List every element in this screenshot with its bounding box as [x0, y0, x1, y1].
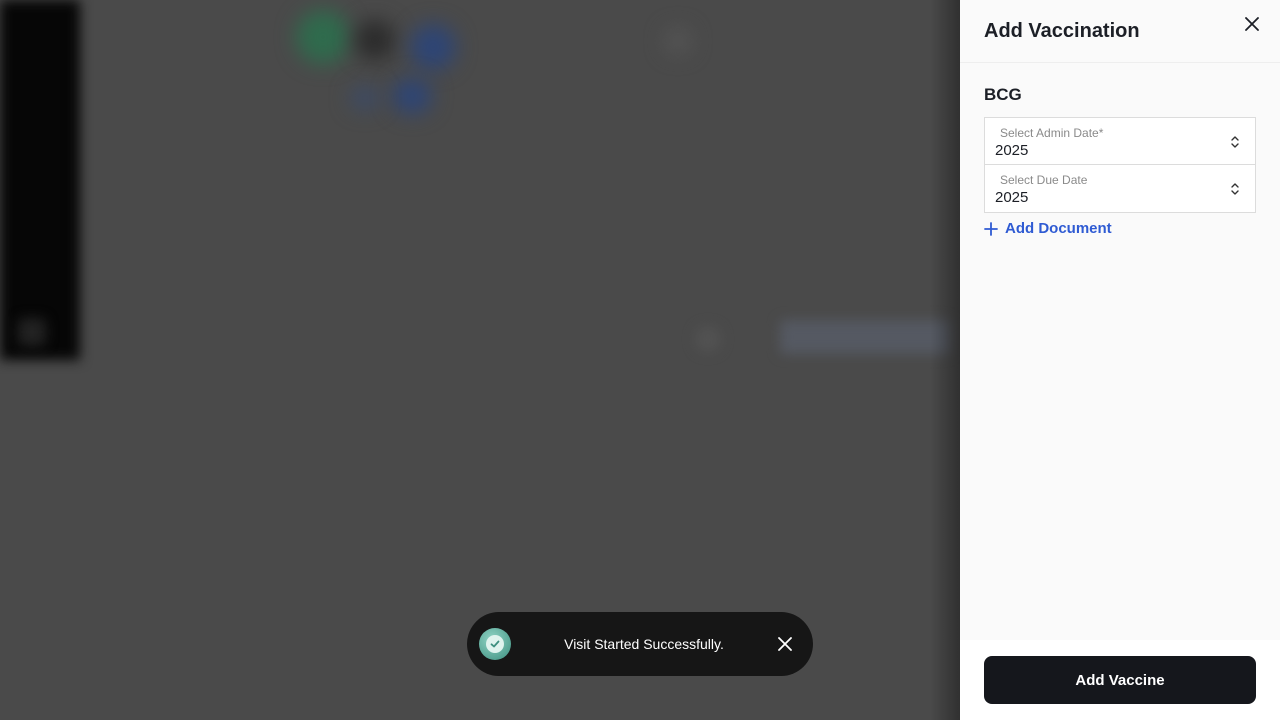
- add-vaccination-drawer: Add Vaccination BCG Select Admin Date* 2…: [960, 0, 1280, 720]
- drawer-shadow: [930, 0, 960, 720]
- blurred-content: [780, 320, 950, 354]
- close-icon: [778, 637, 792, 651]
- blurred-content: [410, 24, 456, 70]
- chevron-up-down-icon: [1231, 136, 1239, 148]
- blurred-content: [695, 326, 721, 352]
- blurred-content: [296, 10, 350, 64]
- blurred-content: [355, 20, 395, 60]
- toast-close-button[interactable]: [769, 628, 801, 660]
- check-circle-icon: [479, 628, 511, 660]
- blurred-content: [392, 78, 432, 114]
- plus-icon: [984, 221, 998, 236]
- add-document-label: Add Document: [1005, 220, 1112, 237]
- vaccine-name: BCG: [984, 85, 1022, 104]
- toast-message: Visit Started Successfully.: [564, 636, 724, 652]
- close-icon: [1245, 17, 1259, 31]
- drawer-footer: Add Vaccine: [960, 640, 1280, 720]
- blurred-content: [350, 86, 380, 110]
- due-date-select[interactable]: Select Due Date 2025: [984, 165, 1256, 213]
- blurred-content: [665, 28, 691, 54]
- drawer-title: Add Vaccination: [984, 19, 1140, 42]
- add-vaccine-button[interactable]: Add Vaccine: [984, 656, 1256, 704]
- admin-date-value: 2025: [995, 142, 1029, 159]
- success-toast: Visit Started Successfully.: [467, 612, 813, 676]
- blurred-sidebar-icon: [18, 318, 46, 346]
- due-date-label: Select Due Date: [1000, 173, 1088, 187]
- chevron-up-down-icon: [1231, 183, 1239, 195]
- due-date-value: 2025: [995, 189, 1029, 206]
- drawer-header: Add Vaccination: [960, 0, 1280, 63]
- admin-date-label: Select Admin Date*: [1000, 126, 1104, 140]
- modal-backdrop[interactable]: [0, 0, 960, 720]
- admin-date-select[interactable]: Select Admin Date* 2025: [984, 117, 1256, 165]
- drawer-close-button[interactable]: [1240, 12, 1264, 36]
- blurred-sidebar: [0, 0, 80, 360]
- drawer-body: BCG Select Admin Date* 2025 Select Due D…: [960, 63, 1280, 640]
- add-document-button[interactable]: Add Document: [984, 220, 1124, 237]
